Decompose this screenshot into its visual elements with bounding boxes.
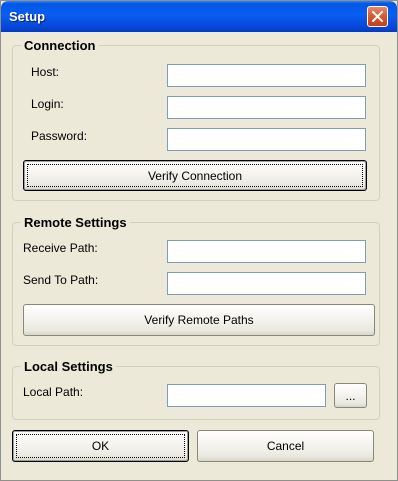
cancel-button[interactable]: Cancel [197,430,374,462]
password-input[interactable] [167,128,366,151]
ok-label: OK [91,439,110,453]
window-title: Setup [9,9,46,24]
verify-remote-paths-button[interactable]: Verify Remote Paths [23,304,375,336]
login-input[interactable] [167,96,366,119]
verify-remote-paths-label: Verify Remote Paths [144,313,254,327]
connection-legend: Connection [24,38,96,53]
verify-connection-button[interactable]: Verify Connection [23,160,367,191]
cancel-label: Cancel [266,439,305,453]
close-button[interactable] [367,6,388,27]
local-path-input[interactable] [167,384,326,407]
close-icon [372,11,383,22]
send-path-label: Send To Path: [23,273,99,287]
host-input[interactable] [167,64,366,87]
send-path-input[interactable] [167,272,366,295]
browse-label: ... [345,388,356,403]
browse-button[interactable]: ... [334,383,367,408]
receive-path-label: Receive Path: [23,241,98,255]
ok-button[interactable]: OK [12,430,189,462]
title-bar[interactable]: Setup [1,1,397,32]
receive-path-input[interactable] [167,240,366,263]
local-path-label: Local Path: [23,385,84,399]
remote-settings-legend: Remote Settings [24,215,127,230]
login-label: Login: [31,97,64,111]
setup-dialog: Setup Connection Host: Login: Password: … [0,0,398,481]
host-label: Host: [31,65,60,79]
password-label: Password: [31,129,88,143]
local-settings-legend: Local Settings [24,359,113,374]
verify-connection-label: Verify Connection [147,168,243,183]
